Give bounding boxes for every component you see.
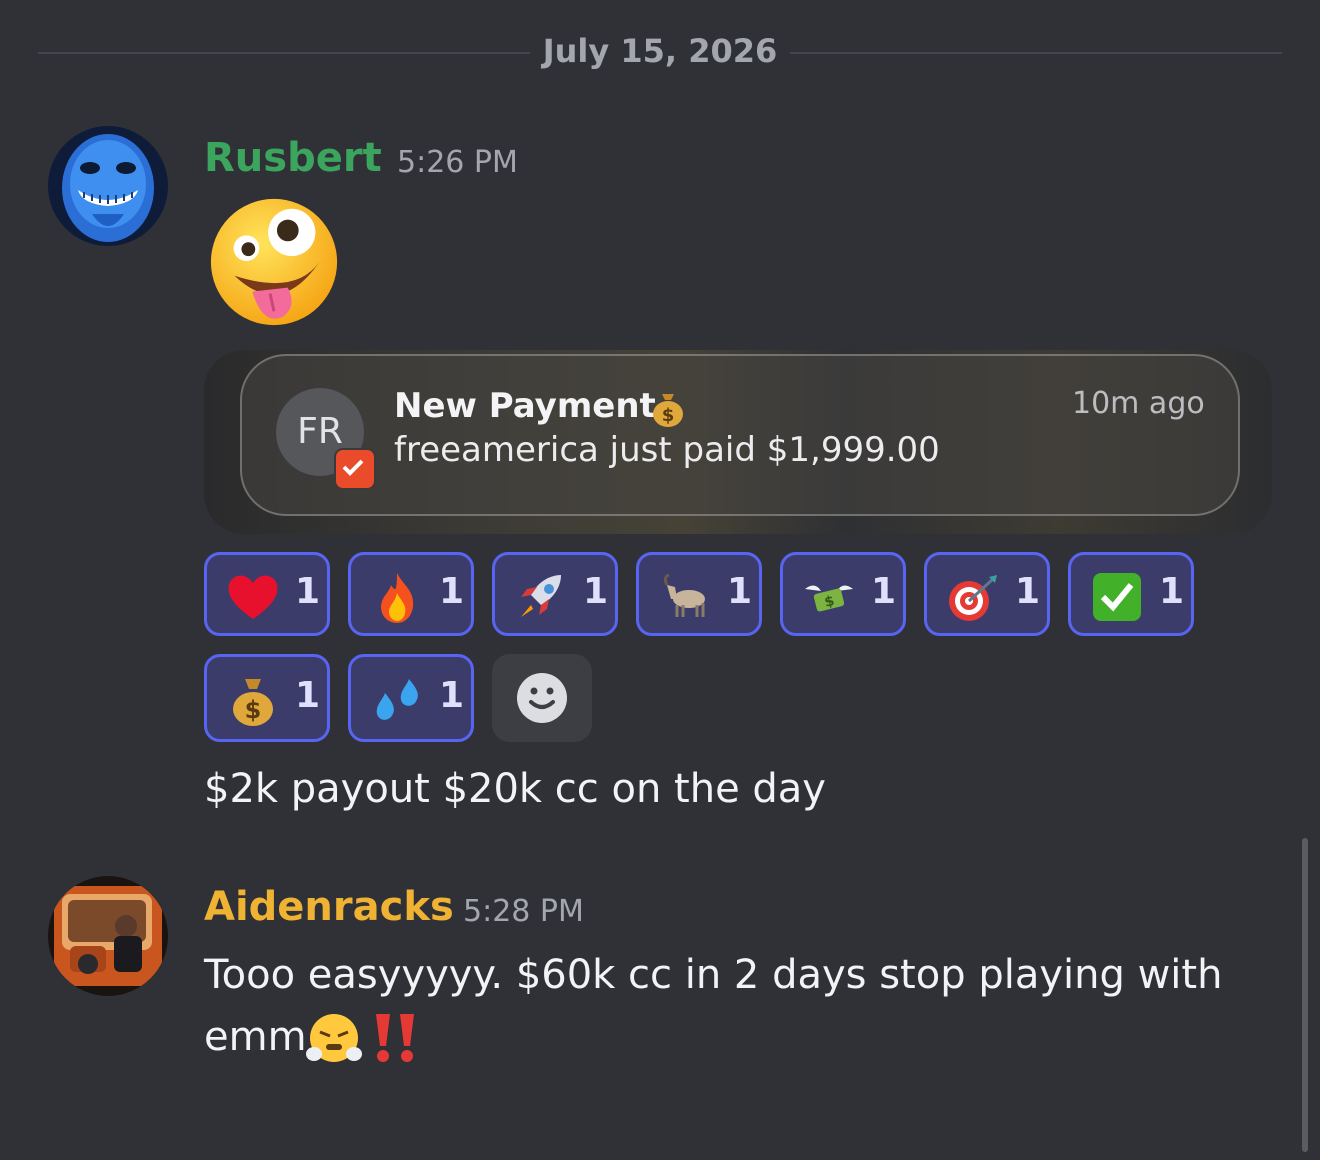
reaction-count: 1 <box>439 571 465 612</box>
blue-skull-avatar-icon <box>48 126 168 246</box>
message-text: $2k payout $20k cc on the day <box>204 766 826 812</box>
fire-emoji-icon <box>381 573 414 623</box>
goat-emoji-icon <box>663 573 705 617</box>
reaction-sweat-droplets[interactable]: 1 <box>348 654 474 742</box>
face-with-steam-emoji-icon <box>306 1014 362 1062</box>
rocket-emoji-icon <box>521 575 561 617</box>
smiley-add-reaction-icon <box>517 673 567 723</box>
message-timestamp: 5:28 PM <box>463 894 584 929</box>
notification-bubble: FR New Payment $ freeamerica just paid $… <box>240 354 1240 516</box>
payment-app-badge-icon <box>334 448 376 490</box>
rusbert-avatar[interactable] <box>48 126 168 246</box>
sweat-droplets-emoji-icon <box>376 679 418 720</box>
notification-time: 10m ago <box>1072 386 1205 421</box>
reaction-count: 1 <box>727 571 753 612</box>
date-divider-label: July 15, 2026 <box>542 32 778 70</box>
svg-text:$: $ <box>245 696 262 724</box>
message-text-line-2: emm <box>204 1014 307 1060</box>
reaction-direct-hit[interactable]: 1 <box>924 552 1050 636</box>
notification-title: New Payment <box>394 386 656 426</box>
date-divider-line-right <box>790 52 1282 54</box>
double-exclamation-emoji-icon <box>376 1014 414 1062</box>
aidenracks-avatar[interactable] <box>48 876 168 996</box>
add-reaction-button[interactable] <box>492 654 592 742</box>
reaction-count: 1 <box>871 571 897 612</box>
notification-body: freeamerica just paid $1,999.00 <box>394 430 940 470</box>
check-mark-button-emoji-icon <box>1093 573 1141 621</box>
car-interior-photo-avatar-icon <box>48 876 168 996</box>
reaction-rocket[interactable]: 1 <box>492 552 618 636</box>
reaction-count: 1 <box>1015 571 1041 612</box>
direct-hit-emoji-icon <box>949 575 997 621</box>
reaction-red-heart[interactable]: 1 <box>204 552 330 636</box>
money-with-wings-emoji-icon: $ <box>805 585 853 612</box>
reaction-count: 1 <box>439 675 465 716</box>
date-divider-line-left <box>38 52 530 54</box>
reaction-count: 1 <box>583 571 609 612</box>
author-name-rusbert[interactable]: Rusbert <box>204 135 382 181</box>
reaction-count: 1 <box>295 675 321 716</box>
reaction-count: 1 <box>1159 571 1185 612</box>
money-bag-emoji-icon: $ <box>653 394 683 427</box>
zany-face-emoji-icon <box>210 198 338 326</box>
reaction-money-with-wings[interactable]: $ 1 <box>780 552 906 636</box>
payment-notification-image[interactable]: FR New Payment $ freeamerica just paid $… <box>204 350 1272 534</box>
red-heart-emoji-icon <box>228 575 278 619</box>
reaction-check-mark-button[interactable]: 1 <box>1068 552 1194 636</box>
reaction-money-bag[interactable]: $ 1 <box>204 654 330 742</box>
message-text-line-1: Tooo easyyyyy. $60k cc in 2 days stop pl… <box>204 952 1223 998</box>
reaction-fire[interactable]: 1 <box>348 552 474 636</box>
author-name-aidenracks[interactable]: Aidenracks <box>204 884 454 930</box>
reaction-goat[interactable]: 1 <box>636 552 762 636</box>
money-bag-emoji-icon: $ <box>233 679 273 726</box>
message-timestamp: 5:26 PM <box>397 145 518 180</box>
chat-scrollbar[interactable] <box>1302 838 1308 1152</box>
svg-text:$: $ <box>662 405 675 426</box>
reaction-count: 1 <box>295 571 321 612</box>
